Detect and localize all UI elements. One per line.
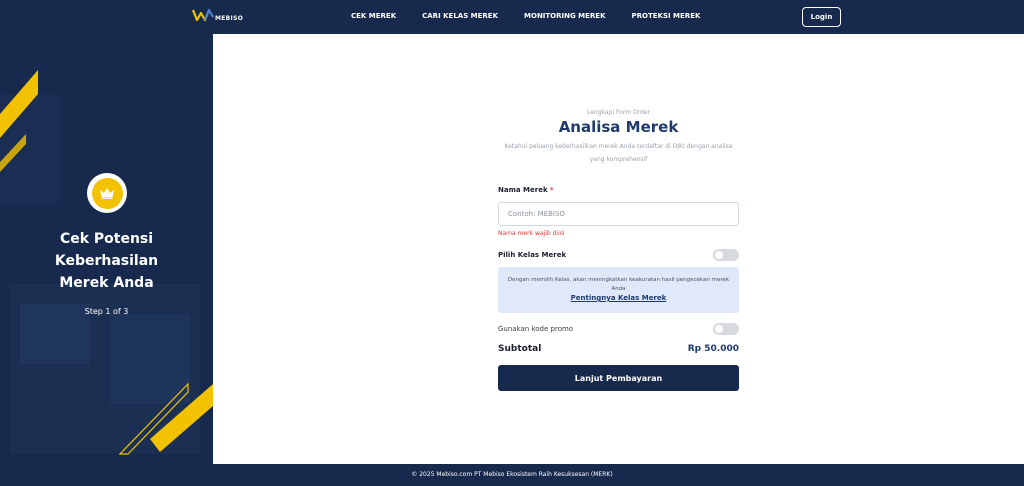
footer: © 2025 Mebiso.com PT Mebiso Ekosistem Ra… (0, 464, 1024, 486)
kelas-info-box: Dengan memilih Kelas, akan meningkatkan … (498, 267, 739, 313)
form-title: Analisa Merek (558, 118, 679, 136)
crown-icon (91, 177, 123, 209)
kelas-info-text: Dengan memilih Kelas, akan meningkatkan … (507, 277, 730, 292)
nama-merek-label-text: Nama Merek (498, 186, 548, 194)
nav-cari-kelas-merek[interactable]: CARI KELAS MEREK (422, 12, 498, 20)
nama-merek-label: Nama Merek * (498, 186, 554, 194)
step-sidebar: Cek Potensi Keberhasilan Merek Anda Step… (0, 34, 213, 464)
subtotal-value: Rp 50.000 (687, 344, 739, 354)
required-mark: * (550, 186, 554, 194)
toggle-knob (715, 325, 723, 333)
pentingnya-kelas-link[interactable]: Pentingnya Kelas Merek (498, 294, 739, 302)
pilih-kelas-label: Pilih Kelas Merek (498, 251, 567, 259)
footer-copyright: © 2025 Mebiso.com PT Mebiso Ekosistem Ra… (411, 471, 613, 478)
logo-mark-icon (192, 8, 214, 22)
sidebar-heading: Cek Potensi Keberhasilan Merek Anda (54, 231, 159, 291)
nav-cek-merek[interactable]: CEK MEREK (351, 12, 396, 20)
promo-toggle[interactable] (713, 323, 739, 335)
nama-merek-input[interactable] (498, 202, 739, 226)
form-eyebrow: Lengkapi Form Order (586, 109, 651, 116)
step-indicator: Step 1 of 3 (84, 307, 129, 316)
subtotal-label: Subtotal (498, 344, 542, 354)
nama-merek-error: Nama merk wajib diisi (498, 230, 565, 237)
lanjut-pembayaran-button[interactable]: Lanjut Pembayaran (498, 365, 739, 391)
main-nav: CEK MEREK CARI KELAS MEREK MONITORING ME… (351, 12, 726, 20)
crown-badge (87, 173, 127, 213)
logo-text: MEBISO (215, 14, 244, 22)
toggle-knob (715, 251, 723, 259)
form-subtitle: Ketahui peluang keberhasilkan merek Anda… (504, 143, 733, 163)
nav-monitoring-merek[interactable]: MONITORING MEREK (524, 12, 605, 20)
nav-proteksi-merek[interactable]: PROTEKSI MEREK (632, 12, 701, 20)
promo-label: Gunakan kode promo (498, 325, 574, 333)
login-button[interactable]: Login (802, 7, 841, 27)
mebiso-logo[interactable]: MEBISO (192, 8, 243, 22)
pilih-kelas-toggle[interactable] (713, 249, 739, 261)
top-navbar: MEBISO CEK MEREK CARI KELAS MEREK MONITO… (0, 0, 1024, 34)
